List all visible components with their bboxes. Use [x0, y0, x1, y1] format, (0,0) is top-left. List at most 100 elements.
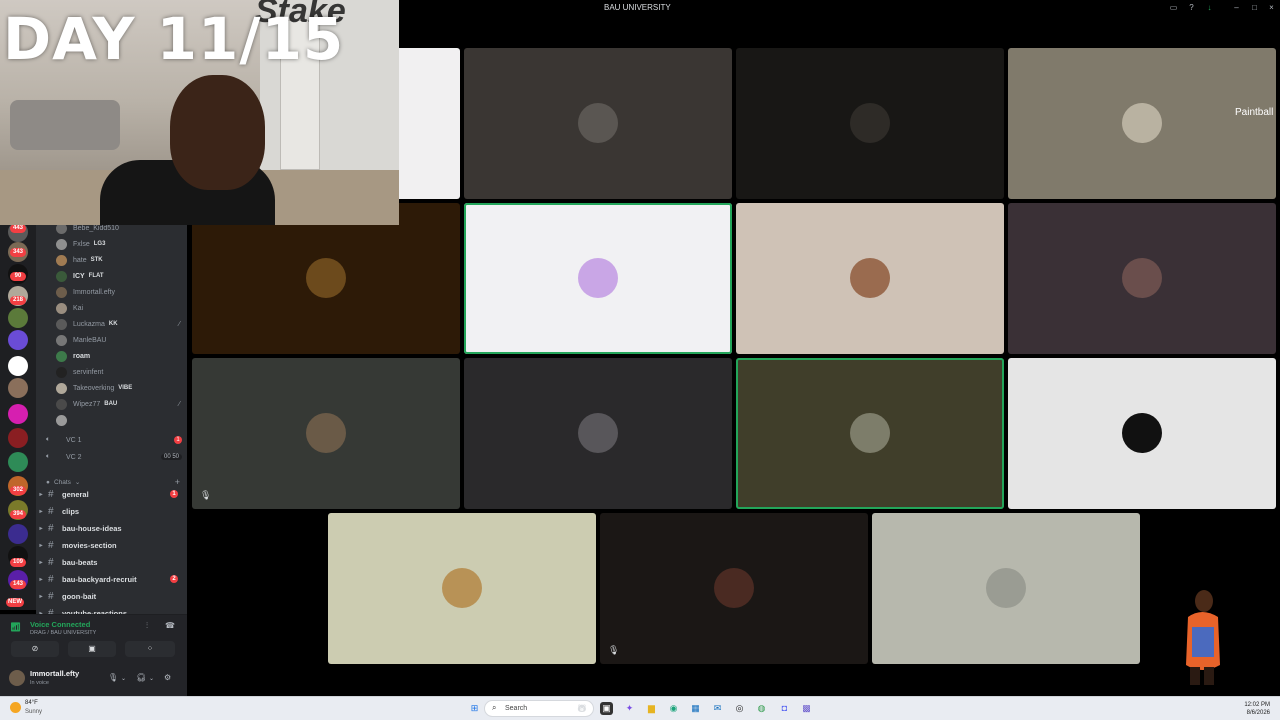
- channel-label: clips: [62, 506, 80, 516]
- disconnect-icon[interactable]: ☎︎: [165, 621, 175, 630]
- member-row[interactable]: Fxlse LG3: [56, 237, 186, 251]
- video-tile[interactable]: [464, 203, 732, 354]
- server-icon[interactable]: [8, 404, 28, 424]
- server-icon[interactable]: [8, 330, 28, 350]
- video-tile[interactable]: [192, 203, 460, 354]
- server-icon[interactable]: [8, 524, 28, 544]
- channel-clips[interactable]: ▸ # clips: [36, 503, 187, 519]
- store-icon[interactable]: ▦: [689, 702, 702, 715]
- participant-avatar: [1122, 413, 1162, 453]
- weather-temp[interactable]: 84°F: [25, 700, 38, 706]
- channel-youtube-reactions[interactable]: ▸ # youtube-reactions: [36, 605, 187, 615]
- channel-goon-bait[interactable]: ▸ # goon-bait: [36, 588, 187, 604]
- help-icon[interactable]: ?: [1187, 3, 1196, 12]
- video-tile[interactable]: [872, 513, 1140, 664]
- voice-channel-vc1[interactable]: 🔈︎ VC 1 1: [46, 433, 184, 447]
- username[interactable]: Immortall.efty: [30, 669, 79, 678]
- member-row[interactable]: Luckazma KK ⁄: [56, 317, 186, 331]
- unread-badge: 2: [170, 575, 178, 583]
- inbox-icon[interactable]: ▭: [1169, 3, 1178, 12]
- member-name: Bebe_Kidd510: [73, 224, 119, 232]
- server-icon[interactable]: [8, 356, 28, 376]
- member-row[interactable]: ICY FLAT: [56, 269, 186, 283]
- member-row[interactable]: ManleBAU: [56, 333, 186, 347]
- clock-date: 8/6/2026: [1246, 710, 1270, 716]
- chevron-right-icon: ▸: [39, 491, 43, 498]
- file-explorer-icon[interactable]: ▆: [645, 702, 658, 715]
- video-tile[interactable]: [736, 358, 1004, 509]
- server-icon[interactable]: [8, 378, 28, 398]
- voice-channel-label: VC 2: [66, 453, 82, 461]
- member-row[interactable]: Bebe_Kidd510: [56, 224, 186, 235]
- avatar: [56, 414, 67, 426]
- activities-button[interactable]: ⁘: [125, 641, 175, 657]
- edge-icon[interactable]: ◉: [667, 702, 680, 715]
- member-row[interactable]: Immortall.efty: [56, 285, 186, 299]
- discord-icon[interactable]: ◘: [778, 702, 791, 715]
- obs-icon[interactable]: ◎: [733, 702, 746, 715]
- video-tile[interactable]: [328, 513, 596, 664]
- server-icon[interactable]: [8, 452, 28, 472]
- gear-icon[interactable]: ⚙︎: [164, 673, 171, 682]
- channel-movies-section[interactable]: ▸ # movies-section: [36, 537, 187, 553]
- minimize-icon[interactable]: –: [1232, 3, 1241, 12]
- participant-avatar: [306, 258, 346, 298]
- maximize-icon[interactable]: □: [1250, 3, 1259, 12]
- video-tile[interactable]: 🎙︎: [192, 358, 460, 509]
- video-tile[interactable]: 🎙︎: [600, 513, 868, 664]
- member-row[interactable]: Wipez77 BAU ⁄: [56, 397, 186, 411]
- close-icon[interactable]: ×: [1267, 3, 1276, 12]
- video-tile[interactable]: [736, 203, 1004, 354]
- download-icon[interactable]: ↓: [1205, 3, 1214, 12]
- channel-general[interactable]: ▸ # general 1: [36, 486, 187, 502]
- headphones-icon[interactable]: 🎧︎: [136, 673, 146, 682]
- voice-location[interactable]: DRAG / BAU UNIVERSITY: [30, 630, 96, 636]
- noise-suppression-icon[interactable]: ⫶: [146, 621, 148, 631]
- muted-icon: ⁄: [178, 320, 180, 328]
- search-box[interactable]: ⌕ Search 🐻︎: [484, 700, 594, 717]
- channel-bau-backyard-recruit[interactable]: ▸ # bau-backyard-recruit 2: [36, 571, 187, 587]
- member-row[interactable]: servinfent: [56, 365, 186, 379]
- weather-condition[interactable]: Sunny: [25, 709, 42, 715]
- clock[interactable]: 12:02 PM 8/6/2026: [1244, 701, 1270, 717]
- start-icon[interactable]: ⊞: [468, 702, 481, 715]
- app-icon[interactable]: ▩: [800, 702, 813, 715]
- video-tile[interactable]: [1008, 203, 1276, 354]
- member-row[interactable]: [56, 413, 186, 427]
- member-row[interactable]: Kai: [56, 301, 186, 315]
- member-row[interactable]: roam: [56, 349, 186, 363]
- chevron-down-icon[interactable]: ⌄: [149, 675, 154, 682]
- channel-bau-house-ideas[interactable]: ▸ # bau-house-ideas: [36, 520, 187, 536]
- member-row[interactable]: Takeoverking VIBE: [56, 381, 186, 395]
- member-row[interactable]: hate STK: [56, 253, 186, 267]
- server-icon[interactable]: [8, 428, 28, 448]
- screen-share-button[interactable]: ▣: [68, 641, 116, 657]
- webcam-overlay: Stake DAY 11/15: [0, 0, 399, 225]
- window-title: BAU UNIVERSITY: [604, 3, 671, 12]
- task-view-icon[interactable]: ▣: [600, 702, 613, 715]
- participant-avatar: [442, 568, 482, 608]
- avatar: [56, 398, 67, 410]
- server-badge: 343: [10, 248, 26, 257]
- chrome-icon[interactable]: ◍: [755, 702, 768, 715]
- voice-connected-panel: 📶︎ Voice Connected DRAG / BAU UNIVERSITY…: [0, 614, 187, 662]
- voice-status[interactable]: Voice Connected: [30, 620, 90, 629]
- copilot-icon[interactable]: ✦: [623, 702, 636, 715]
- camera-button[interactable]: ⊘: [11, 641, 59, 657]
- chevron-down-icon[interactable]: ⌄: [121, 675, 126, 682]
- microphone-icon[interactable]: 🎙︎: [108, 673, 118, 682]
- mail-icon[interactable]: ✉: [711, 702, 724, 715]
- video-tile[interactable]: [464, 358, 732, 509]
- video-tile[interactable]: [736, 48, 1004, 199]
- avatar[interactable]: [9, 670, 25, 686]
- channel-bau-beats[interactable]: ▸ # bau-beats: [36, 554, 187, 570]
- video-tile[interactable]: [464, 48, 732, 199]
- video-tile[interactable]: [1008, 48, 1276, 199]
- muted-mic-icon: 🎙︎: [200, 490, 212, 500]
- server-badge: 443: [10, 224, 26, 233]
- server-icon[interactable]: [8, 308, 28, 328]
- sun-icon[interactable]: [10, 702, 21, 713]
- signal-icon[interactable]: 📶︎: [10, 622, 21, 633]
- voice-channel-vc2[interactable]: 🔈︎ VC 2 00 50: [46, 450, 184, 464]
- video-tile[interactable]: [1008, 358, 1276, 509]
